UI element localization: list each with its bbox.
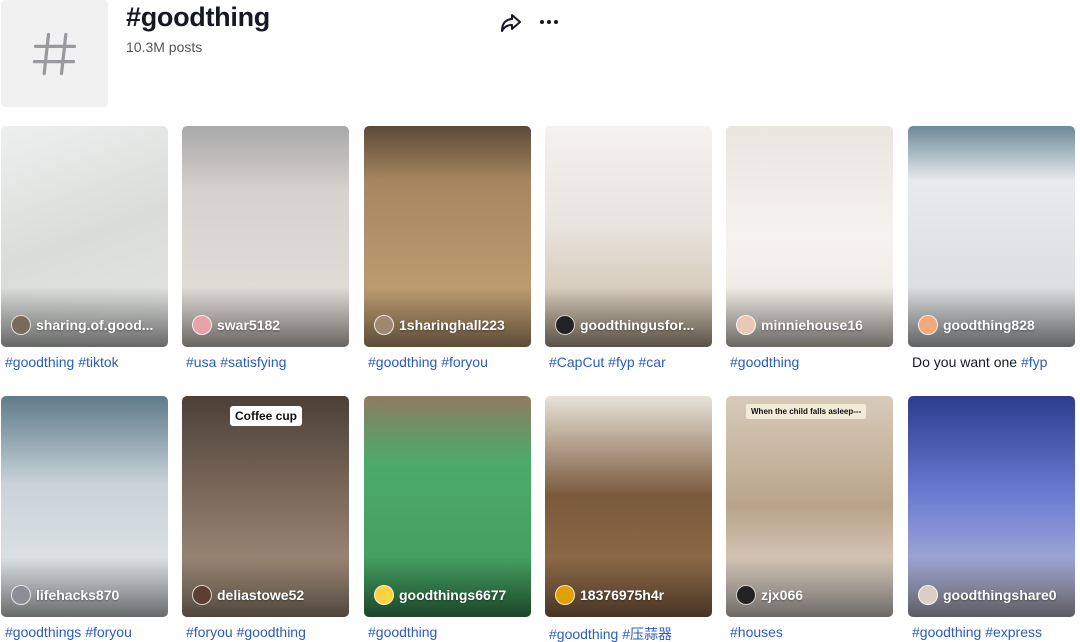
author-tag[interactable]: deliastowe52	[192, 585, 342, 605]
hashtag-link[interactable]: #houses	[730, 624, 783, 640]
avatar[interactable]	[555, 315, 575, 335]
author-name[interactable]: lifehacks870	[36, 587, 119, 603]
hashtag-link[interactable]: #goodthings	[5, 624, 81, 640]
hashtag-link[interactable]: #tiktok	[78, 354, 118, 370]
post-count: 10.3M posts	[126, 39, 203, 55]
share-arrow-icon[interactable]	[499, 10, 523, 34]
video-caption: #goodthing	[730, 354, 900, 370]
hashtag-icon	[1, 0, 108, 107]
video-thumbnail[interactable]: 1sharinghall223	[364, 126, 531, 347]
video-thumbnail[interactable]: goodthings6677	[364, 396, 531, 617]
hashtag-link[interactable]: #goodthing	[912, 624, 981, 640]
video-caption: #goodthing #压蒜器	[549, 624, 719, 642]
hashtag-link[interactable]: #express	[985, 624, 1042, 640]
video-thumbnail[interactable]: sharing.of.good...	[1, 126, 168, 347]
author-tag[interactable]: swar5182	[192, 315, 342, 335]
author-name[interactable]: goodthings6677	[399, 587, 506, 603]
author-tag[interactable]: minniehouse16	[736, 315, 886, 335]
hashtag-link[interactable]: #satisfying	[220, 354, 286, 370]
hashtag-link[interactable]: #压蒜器	[622, 626, 672, 642]
video-thumbnail[interactable]: Coffee cup deliastowe52	[182, 396, 349, 617]
video-caption: #goodthing #foryou	[368, 354, 538, 370]
video-thumbnail[interactable]: goodthingusfor...	[545, 126, 712, 347]
coffee-cup-label: Coffee cup	[230, 406, 303, 426]
hashtag-link[interactable]: #fyp	[1021, 354, 1047, 370]
video-thumbnail[interactable]: minniehouse16	[726, 126, 893, 347]
video-caption: #goodthing #express	[912, 624, 1080, 640]
avatar[interactable]	[11, 315, 31, 335]
more-dots-icon[interactable]	[537, 10, 561, 34]
video-caption: #houses	[730, 624, 900, 640]
hashtag-header: #goodthing 10.3M posts	[0, 0, 1080, 110]
avatar[interactable]	[192, 585, 212, 605]
avatar[interactable]	[374, 585, 394, 605]
author-tag[interactable]: goodthings6677	[374, 585, 524, 605]
author-name[interactable]: 18376975h4r	[580, 587, 664, 603]
hashtag-link[interactable]: #foryou	[186, 624, 233, 640]
author-tag[interactable]: 18376975h4r	[555, 585, 705, 605]
video-thumbnail[interactable]: 18376975h4r	[545, 396, 712, 617]
author-tag[interactable]: goodthingshare0	[918, 585, 1068, 605]
author-tag[interactable]: goodthingusfor...	[555, 315, 705, 335]
avatar[interactable]	[374, 315, 394, 335]
video-caption: #goodthings #foryou	[5, 624, 175, 640]
hashtag-link[interactable]: #goodthing	[5, 354, 74, 370]
hashtag-link[interactable]: #goodthing	[549, 626, 618, 642]
author-name[interactable]: goodthingshare0	[943, 587, 1057, 603]
video-caption: #goodthing #tiktok	[5, 354, 175, 370]
author-name[interactable]: minniehouse16	[761, 317, 863, 333]
caption-text: Do you want one	[912, 354, 1021, 370]
author-name[interactable]: goodthing828	[943, 317, 1035, 333]
page-title: #goodthing	[126, 2, 270, 32]
video-caption: #usa #satisfying	[186, 354, 356, 370]
avatar[interactable]	[736, 585, 756, 605]
hashtag-link[interactable]: #goodthing	[237, 624, 306, 640]
video-caption: #CapCut #fyp #car	[549, 354, 719, 370]
video-caption: Do you want one #fyp	[912, 354, 1080, 370]
video-thumbnail[interactable]: goodthingshare0	[908, 396, 1075, 617]
author-tag[interactable]: zjx066	[736, 585, 886, 605]
hashtag-link[interactable]: #CapCut	[549, 354, 604, 370]
author-name[interactable]: deliastowe52	[217, 587, 304, 603]
author-name[interactable]: swar5182	[217, 317, 280, 333]
avatar[interactable]	[192, 315, 212, 335]
avatar[interactable]	[736, 315, 756, 335]
hashtag-link[interactable]: #goodthing	[368, 354, 437, 370]
video-caption: #foryou #goodthing	[186, 624, 356, 640]
video-thumbnail[interactable]: lifehacks870	[1, 396, 168, 617]
video-caption: #goodthing	[368, 624, 538, 640]
author-name[interactable]: sharing.of.good...	[36, 317, 153, 333]
video-thumbnail[interactable]: goodthing828	[908, 126, 1075, 347]
avatar[interactable]	[555, 585, 575, 605]
author-name[interactable]: zjx066	[761, 587, 803, 603]
hashtag-link[interactable]: #fyp	[608, 354, 634, 370]
sleep-caption-label: When the child falls asleep---	[746, 404, 867, 419]
video-thumbnail[interactable]: swar5182	[182, 126, 349, 347]
author-tag[interactable]: sharing.of.good...	[11, 315, 161, 335]
avatar[interactable]	[918, 315, 938, 335]
hashtag-link[interactable]: #goodthing	[730, 354, 799, 370]
avatar[interactable]	[11, 585, 31, 605]
author-tag[interactable]: lifehacks870	[11, 585, 161, 605]
author-tag[interactable]: 1sharinghall223	[374, 315, 524, 335]
hashtag-link[interactable]: #foryou	[441, 354, 488, 370]
avatar[interactable]	[918, 585, 938, 605]
hashtag-link[interactable]: #foryou	[85, 624, 132, 640]
hashtag-link[interactable]: #usa	[186, 354, 216, 370]
hashtag-link[interactable]: #goodthing	[368, 624, 437, 640]
author-tag[interactable]: goodthing828	[918, 315, 1068, 335]
author-name[interactable]: goodthingusfor...	[580, 317, 694, 333]
author-name[interactable]: 1sharinghall223	[399, 317, 505, 333]
hashtag-link[interactable]: #car	[639, 354, 666, 370]
video-thumbnail[interactable]: When the child falls asleep--- zjx066	[726, 396, 893, 617]
